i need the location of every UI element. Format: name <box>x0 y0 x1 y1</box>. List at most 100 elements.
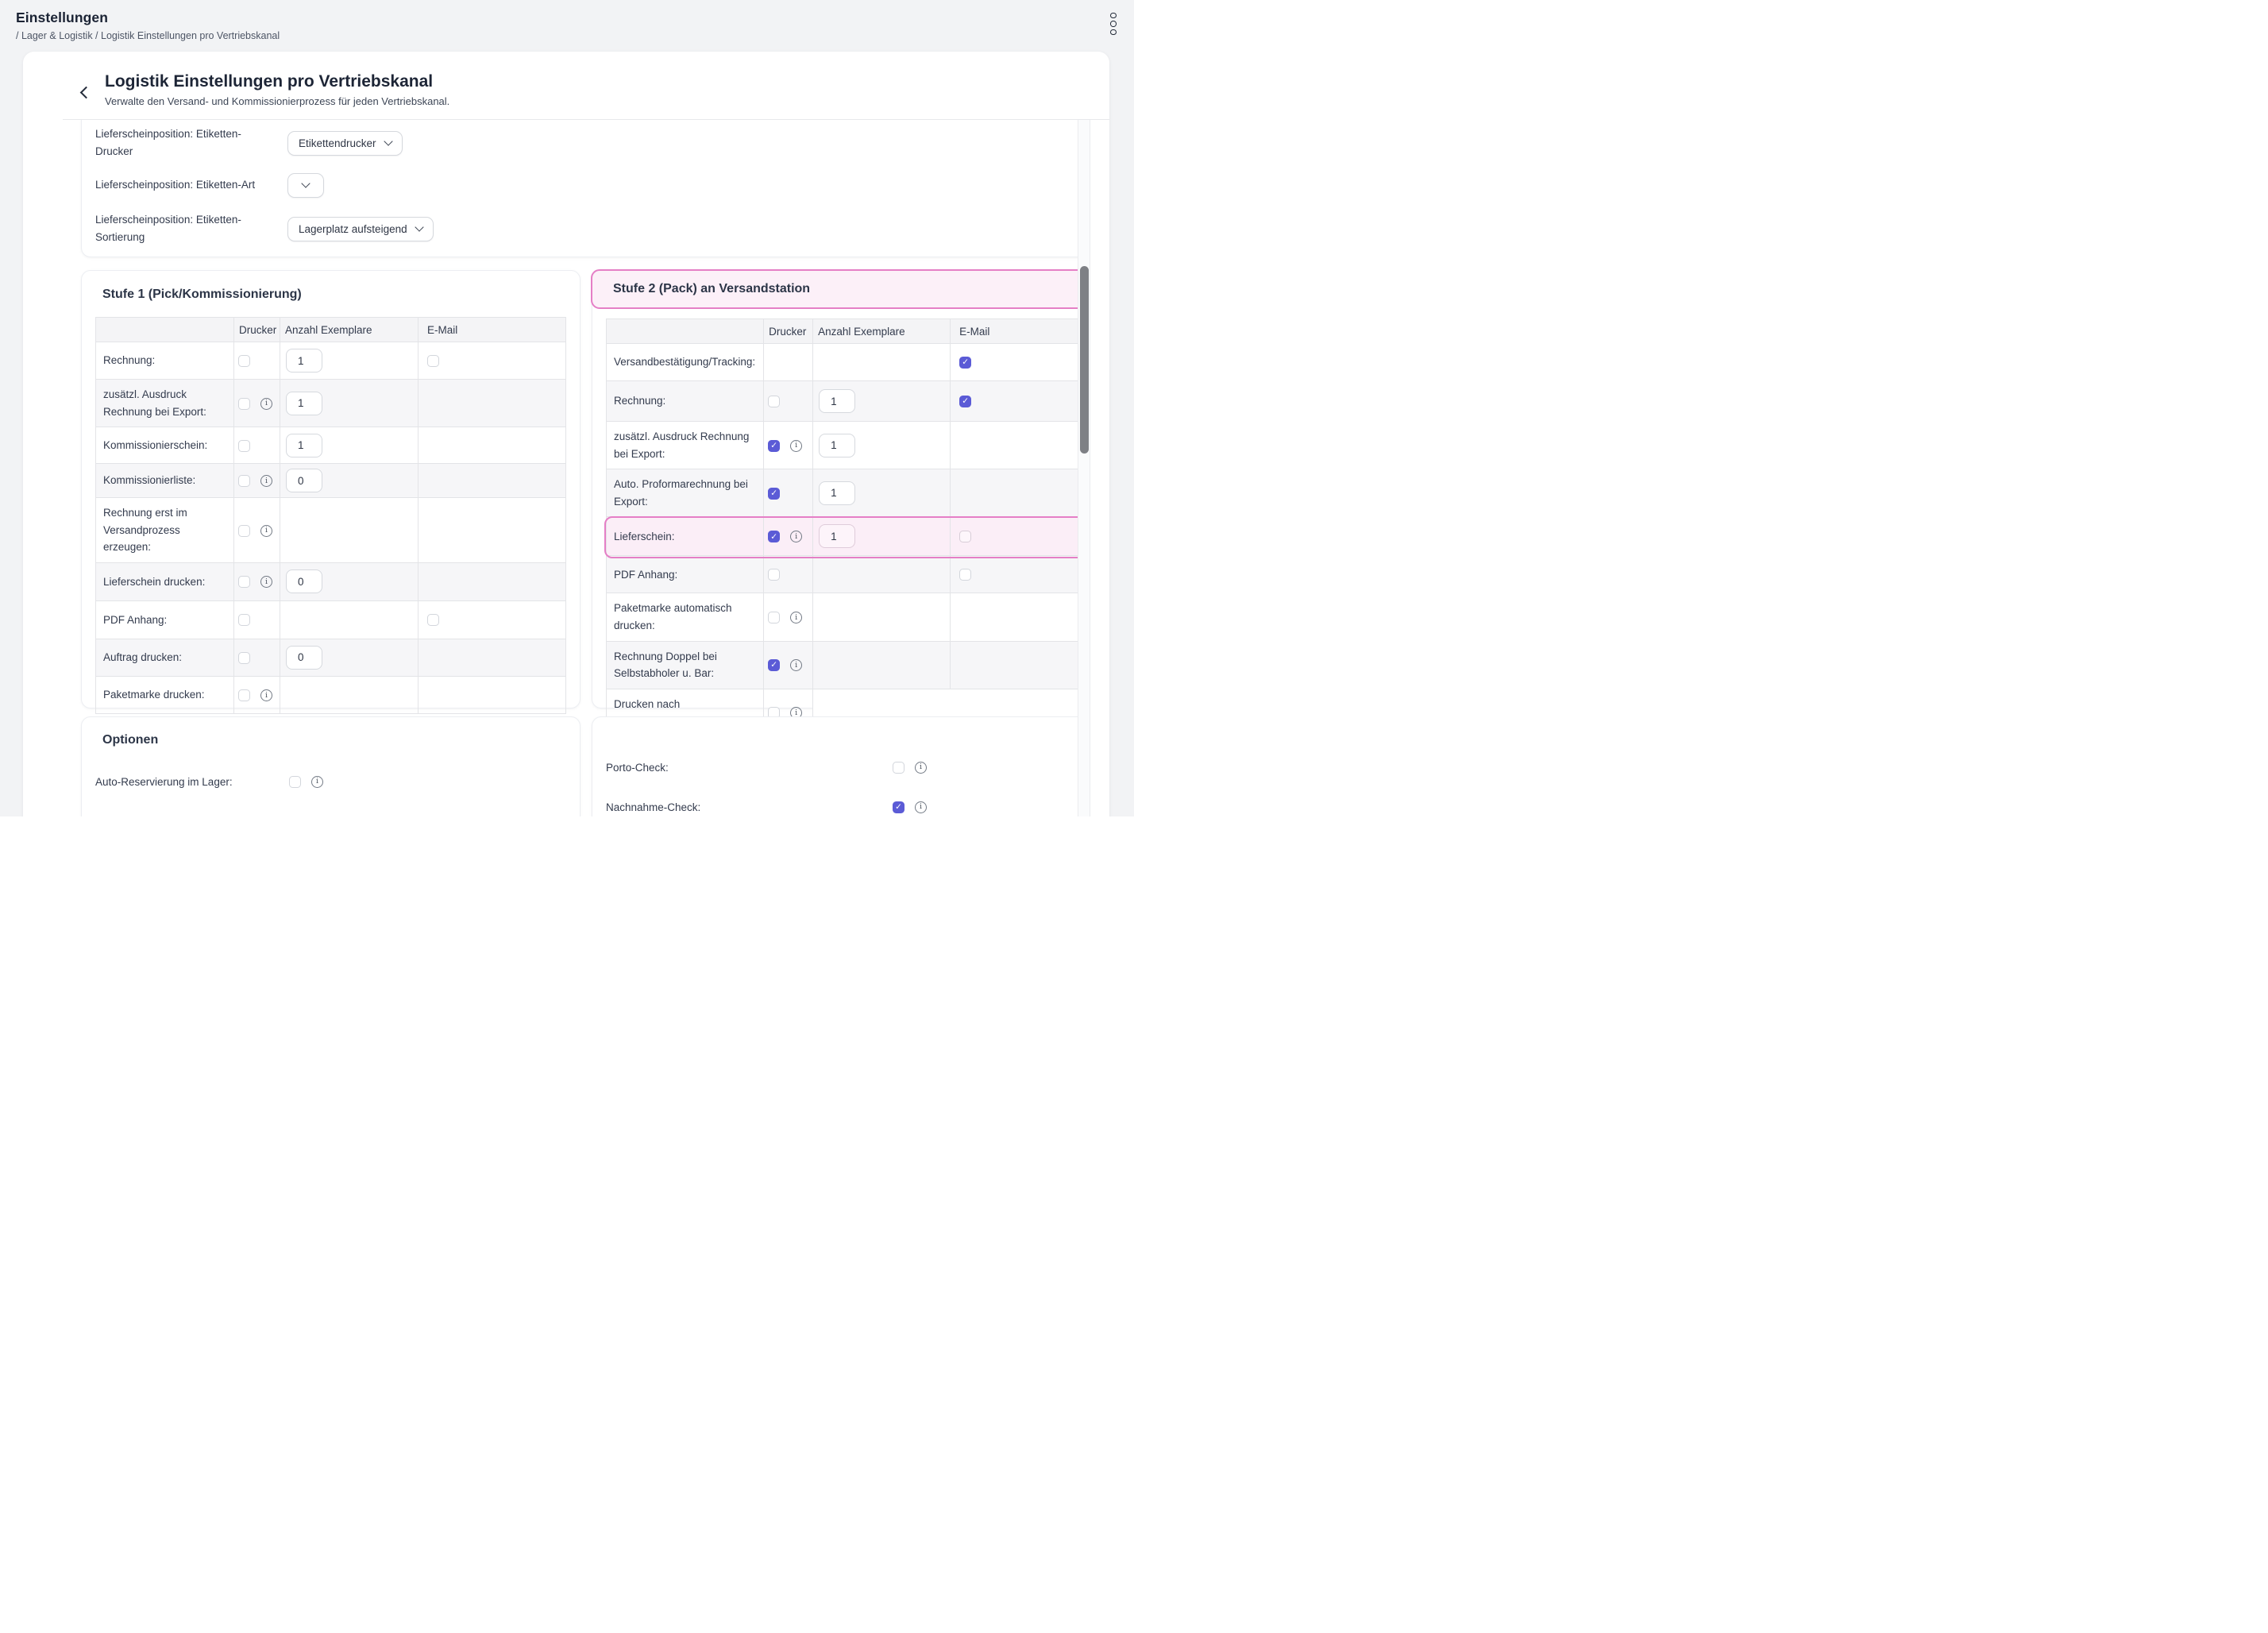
info-icon[interactable]: i <box>311 776 323 788</box>
info-icon[interactable]: i <box>260 475 272 487</box>
dropdown-select[interactable]: Etikettendrucker <box>287 131 403 156</box>
email-checkbox[interactable]: ✓ <box>959 396 971 407</box>
copies-input[interactable]: 1 <box>819 524 855 548</box>
row-label: Kommissionierliste: <box>103 474 195 486</box>
email-checkbox[interactable] <box>427 355 439 367</box>
dropdown-value: Etikettendrucker <box>299 137 376 149</box>
printer-checkbox[interactable] <box>238 576 250 588</box>
row-label: PDF Anhang: <box>614 569 677 581</box>
row-label: PDF Anhang: <box>103 614 167 626</box>
printer-checkbox[interactable] <box>768 569 780 581</box>
printer-checkbox[interactable] <box>238 398 250 410</box>
printer-checkbox[interactable]: ✓ <box>768 440 780 452</box>
row-label: Auto. Proformarechnung bei Export: <box>614 478 748 508</box>
row-label: Kommissionierschein: <box>103 439 207 451</box>
kebab-menu-icon[interactable] <box>1104 10 1123 38</box>
table-row: Paketmarke automatisch drucken:i <box>607 593 1086 641</box>
printer-checkbox[interactable] <box>768 396 780 407</box>
table-row: Auto. Proformarechnung bei Export: ✓ 1 <box>607 469 1086 517</box>
email-checkbox[interactable] <box>427 614 439 626</box>
table-row: Rechnung:1 <box>96 342 566 380</box>
column-header-empty <box>607 319 764 344</box>
info-icon[interactable]: i <box>260 689 272 701</box>
option-checkbox[interactable]: ✓ <box>893 801 904 813</box>
table-row: Auftrag drucken: 0 <box>96 639 566 676</box>
dropdown-select[interactable] <box>287 173 324 198</box>
printer-checkbox[interactable] <box>238 689 250 701</box>
info-icon[interactable]: i <box>790 612 802 623</box>
scrollbar-thumb[interactable] <box>1080 266 1089 454</box>
email-checkbox[interactable] <box>959 569 971 581</box>
back-button[interactable] <box>74 80 98 104</box>
copies-input[interactable]: 1 <box>819 434 855 457</box>
info-icon[interactable]: i <box>790 531 802 542</box>
label-setting-name: Lieferscheinposition: Etiketten-Sortieru… <box>95 211 287 247</box>
dropdown-select[interactable]: Lagerplatz aufsteigend <box>287 217 434 241</box>
column-header-copies: Anzahl Exemplare <box>280 318 418 342</box>
stage2-table: DruckerAnzahl ExemplareE-MailVersandbest… <box>606 318 1086 737</box>
chevron-down-icon <box>415 222 423 231</box>
printer-checkbox[interactable] <box>768 612 780 623</box>
printer-checkbox[interactable]: ✓ <box>768 531 780 542</box>
email-checkbox[interactable]: ✓ <box>959 357 971 369</box>
printer-checkbox[interactable] <box>238 440 250 452</box>
info-icon[interactable]: i <box>790 659 802 671</box>
option-row: Porto-Check:i <box>606 759 1089 775</box>
main-card: Logistik Einstellungen pro Vertriebskana… <box>23 52 1109 816</box>
printer-checkbox[interactable] <box>238 614 250 626</box>
table-row: Lieferschein:✓i1 <box>607 517 1086 556</box>
info-icon[interactable]: i <box>260 525 272 537</box>
copies-input[interactable]: 1 <box>286 392 322 415</box>
table-row: zusätzl. Ausdruck Rechnung bei Export:✓i… <box>607 422 1086 469</box>
label-setting-row: Lieferscheinposition: Etiketten-DruckerE… <box>95 122 1089 164</box>
check-icon: ✓ <box>962 397 969 406</box>
printer-checkbox[interactable] <box>238 475 250 487</box>
copies-input[interactable]: 1 <box>286 349 322 373</box>
info-icon[interactable]: i <box>915 762 927 774</box>
option-checkbox[interactable] <box>893 762 904 774</box>
stage1-title: Stufe 1 (Pick/Kommissionierung) <box>102 288 580 302</box>
label-setting-name: Lieferscheinposition: Etiketten-Art <box>95 176 287 194</box>
page-title: Logistik Einstellungen pro Vertriebskana… <box>105 72 1109 91</box>
info-icon[interactable]: i <box>790 440 802 452</box>
check-icon: ✓ <box>770 533 777 542</box>
app-title: Einstellungen <box>16 10 1118 26</box>
info-icon[interactable]: i <box>260 576 272 588</box>
row-label: zusätzl. Ausdruck Rechnung bei Export: <box>103 388 206 418</box>
option-row: Nachnahme-Check:✓ i <box>606 799 1089 815</box>
copies-input[interactable]: 0 <box>286 469 322 492</box>
label-setting-row: Lieferscheinposition: Etiketten-Art <box>95 164 1089 206</box>
option-checkbox[interactable] <box>289 776 301 788</box>
copies-input[interactable]: 1 <box>819 481 855 505</box>
stage1-card: Stufe 1 (Pick/Kommissionierung) DruckerA… <box>81 270 580 708</box>
row-label: Rechnung: <box>614 395 665 407</box>
copies-input[interactable]: 1 <box>286 434 322 457</box>
check-icon: ✓ <box>770 661 777 670</box>
column-header-drucker: Drucker <box>234 318 280 342</box>
printer-checkbox[interactable] <box>238 652 250 664</box>
top-header: Einstellungen / Lager & Logistik / Logis… <box>16 10 1118 41</box>
stage2-card: Stufe 2 (Pack) an Versandstation Drucker… <box>592 270 1090 708</box>
info-icon[interactable]: i <box>915 801 927 813</box>
printer-checkbox[interactable] <box>238 355 250 367</box>
copies-input[interactable]: 0 <box>286 569 322 593</box>
table-row: Paketmarke drucken:i <box>96 676 566 713</box>
email-checkbox[interactable] <box>959 531 971 542</box>
check-icon: ✓ <box>770 489 777 498</box>
table-header-row: DruckerAnzahl ExemplareE-Mail <box>96 318 566 342</box>
option-label: Nachnahme-Check: <box>606 801 893 813</box>
table-row: Versandbestätigung/Tracking:✓ <box>607 344 1086 381</box>
stage1-table: DruckerAnzahl ExemplareE-MailRechnung:1 z… <box>95 317 566 714</box>
copies-input[interactable]: 1 <box>819 389 855 413</box>
printer-checkbox[interactable] <box>238 525 250 537</box>
copies-input[interactable]: 0 <box>286 646 322 670</box>
printer-checkbox[interactable]: ✓ <box>768 488 780 500</box>
info-icon[interactable]: i <box>260 398 272 410</box>
table-row: Rechnung: 1 ✓ <box>607 381 1086 422</box>
printer-checkbox[interactable]: ✓ <box>768 659 780 671</box>
scrollbar-track[interactable] <box>1078 120 1090 816</box>
row-label: Auftrag drucken: <box>103 651 182 663</box>
row-label: Rechnung Doppel bei Selbstabholer u. Bar… <box>614 650 717 680</box>
row-label: Lieferschein drucken: <box>103 576 205 588</box>
settings-page: Einstellungen / Lager & Logistik / Logis… <box>0 0 1134 816</box>
